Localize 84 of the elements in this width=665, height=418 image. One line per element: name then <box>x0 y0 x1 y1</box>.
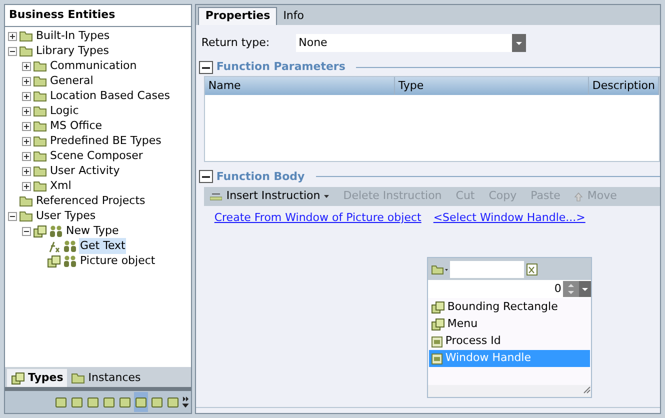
tree-item[interactable]: Logic <box>49 102 80 120</box>
collapse-icon[interactable] <box>22 226 31 236</box>
tree-item[interactable]: User Activity <box>49 162 121 180</box>
return-type-dropdown[interactable]: None <box>296 34 526 52</box>
tree-item[interactable]: MS Office <box>49 118 104 134</box>
collapse-icon[interactable] <box>8 212 17 220</box>
expand-icon[interactable] <box>22 182 31 190</box>
tree-item[interactable]: Get Text <box>79 238 126 254</box>
link[interactable]: Create From Window of Picture object <box>214 210 422 226</box>
function-icon <box>47 240 61 252</box>
toolbar-button[interactable] <box>134 392 148 412</box>
folder-icon <box>33 60 47 72</box>
clear-icon <box>526 262 538 276</box>
up-arrow-icon <box>574 192 584 202</box>
caret-icon <box>324 195 330 198</box>
folder-icon <box>19 45 33 57</box>
tree-item[interactable]: User Types <box>35 208 97 224</box>
cubes-icon <box>33 224 47 238</box>
folder-icon <box>19 30 33 42</box>
link[interactable]: <Select Window Handle...> <box>433 210 586 226</box>
cubes-icon <box>431 301 446 314</box>
folder-icon <box>33 120 47 132</box>
field-icon <box>431 336 444 348</box>
tree-item[interactable]: New Type <box>65 222 120 240</box>
column-header[interactable]: Name <box>205 76 396 94</box>
tree-item[interactable]: General <box>49 72 94 90</box>
column-header[interactable]: Description <box>589 76 659 94</box>
tree-item[interactable]: Built-In Types <box>35 28 111 44</box>
tree-item[interactable]: Referenced Projects <box>35 192 146 210</box>
tree-item[interactable]: Picture object <box>79 252 156 270</box>
section-title: Function Body <box>216 168 305 184</box>
cubes-icon <box>431 318 446 331</box>
tree-item[interactable]: Xml <box>49 178 72 194</box>
resize-grip-icon <box>582 385 592 394</box>
column-header[interactable]: Type <box>395 76 590 94</box>
folder-icon <box>19 210 33 222</box>
people-icon <box>63 254 77 268</box>
collapse-icon <box>199 60 214 74</box>
folder-icon <box>71 372 86 384</box>
expand-icon[interactable] <box>22 62 31 70</box>
overflow-icon <box>182 396 190 408</box>
expand-icon[interactable] <box>22 152 31 160</box>
collapse-icon <box>199 170 214 184</box>
list-item[interactable]: Bounding Rectangle <box>429 299 590 316</box>
field-icon <box>431 352 444 364</box>
tab[interactable]: Info <box>277 7 310 25</box>
cubes-icon <box>47 254 61 268</box>
tab[interactable]: Properties <box>198 7 278 25</box>
tree-item[interactable]: Location Based Cases <box>49 88 171 104</box>
tab[interactable]: Instances <box>67 369 145 387</box>
expand-icon[interactable] <box>22 122 31 130</box>
cubes-icon <box>11 372 25 384</box>
toolbar-button[interactable]: Insert Instruction <box>210 188 330 205</box>
folder-icon <box>33 165 47 177</box>
expand-icon[interactable] <box>22 136 31 146</box>
folder-icon <box>33 75 47 87</box>
expand-icon[interactable] <box>8 32 17 40</box>
folder-icon <box>33 135 47 147</box>
tab[interactable]: Types <box>7 369 68 387</box>
tree-item[interactable]: Scene Composer <box>49 148 144 164</box>
spinner-value: 0 <box>554 280 562 297</box>
expand-icon[interactable] <box>22 106 31 116</box>
section-title: Function Parameters <box>216 59 346 75</box>
tree-item[interactable]: Predefined BE Types <box>49 132 162 150</box>
folder-icon <box>33 105 47 117</box>
folder-icon <box>33 90 47 102</box>
search-field[interactable] <box>450 260 524 278</box>
folder-icon <box>19 195 33 207</box>
folder-icon <box>33 150 47 162</box>
collapse-icon[interactable] <box>8 46 17 56</box>
expand-icon[interactable] <box>22 92 31 100</box>
insert-icon <box>210 192 222 200</box>
list-item[interactable]: Process Id <box>429 333 590 350</box>
list-item[interactable]: Menu <box>429 316 590 333</box>
tree-item[interactable]: Communication <box>49 58 138 74</box>
folder-up-icon <box>431 263 448 275</box>
expand-icon[interactable] <box>22 166 31 176</box>
people-icon <box>49 224 63 238</box>
tree-item[interactable]: Library Types <box>35 42 110 60</box>
field-label: Return type: <box>201 34 270 51</box>
expand-icon[interactable] <box>22 76 31 86</box>
folder-icon <box>33 180 47 192</box>
panel-title: Business Entities <box>5 5 192 26</box>
people-icon <box>63 240 77 252</box>
